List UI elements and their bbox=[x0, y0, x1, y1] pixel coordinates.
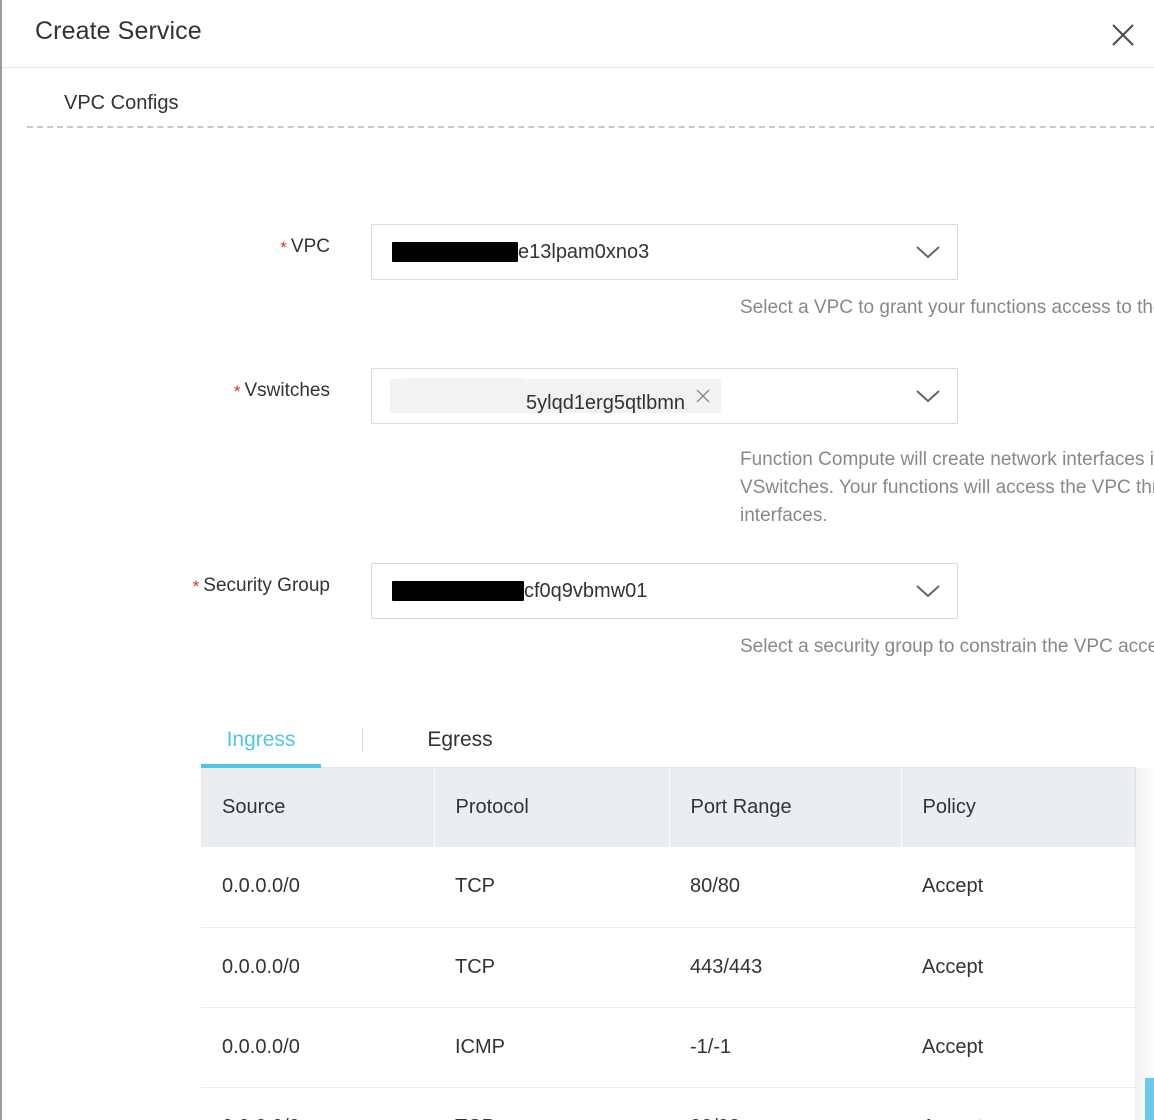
column-header-policy[interactable]: Policy bbox=[901, 768, 1136, 847]
vswitch-chip[interactable]: 5ylqd1erg5qtlbmn bbox=[390, 377, 721, 415]
cell-port-range: 80/80 bbox=[669, 847, 901, 928]
security-group-label-text: Security Group bbox=[203, 575, 330, 596]
vswitch-chip-label: 5ylqd1erg5qtlbmn bbox=[402, 377, 685, 415]
cell-port-range: -1/-1 bbox=[669, 1007, 901, 1088]
cell-protocol: TCP bbox=[434, 1087, 669, 1120]
vswitches-select[interactable]: 5ylqd1erg5qtlbmn bbox=[371, 368, 958, 424]
vpc-control: e13lpam0xno3 Select a VPC to grant your … bbox=[371, 224, 1154, 318]
vpc-select[interactable]: e13lpam0xno3 bbox=[371, 224, 958, 280]
cell-source: 0.0.0.0/0 bbox=[201, 1087, 434, 1120]
security-group-select-value: cf0q9vbmw01 bbox=[388, 564, 901, 618]
vpc-value-text: e13lpam0xno3 bbox=[518, 240, 650, 263]
section-title: VPC Configs bbox=[64, 92, 179, 114]
create-service-dialog: Create Service VPC Configs * VPC e13lpam… bbox=[0, 0, 1154, 1120]
table-row[interactable]: 0.0.0.0/0 TCP 22/22 Accept bbox=[201, 1087, 1136, 1120]
table-body: 0.0.0.0/0 TCP 80/80 Accept 0.0.0.0/0 TCP… bbox=[201, 847, 1136, 1120]
security-group-label: * Security Group bbox=[2, 575, 330, 597]
vswitches-label-text: Vswitches bbox=[244, 380, 330, 401]
cell-source: 0.0.0.0/0 bbox=[201, 927, 434, 1008]
required-asterisk: * bbox=[280, 238, 287, 257]
vertical-scrollbar-thumb[interactable] bbox=[1145, 1078, 1154, 1120]
column-header-protocol[interactable]: Protocol bbox=[434, 768, 670, 847]
required-asterisk: * bbox=[233, 382, 241, 401]
redaction-bar bbox=[404, 377, 526, 412]
vswitch-chip-text: 5ylqd1erg5qtlbmn bbox=[526, 391, 685, 414]
rules-tabs: Ingress Egress bbox=[201, 713, 1136, 768]
cell-policy: Accept bbox=[901, 1087, 1136, 1120]
vpc-helper-text: Select a VPC to grant your functions acc… bbox=[740, 297, 1154, 318]
chip-remove-icon[interactable] bbox=[695, 388, 711, 404]
page-title: Create Service bbox=[35, 17, 202, 45]
cell-policy: Accept bbox=[901, 847, 1136, 928]
table-row[interactable]: 0.0.0.0/0 TCP 80/80 Accept bbox=[201, 847, 1136, 928]
tab-ingress[interactable]: Ingress bbox=[201, 712, 321, 768]
section-divider bbox=[27, 126, 1154, 128]
chevron-down-icon[interactable] bbox=[915, 369, 941, 423]
table-header-row: Source Protocol Port Range Policy bbox=[201, 768, 1136, 847]
vpc-label: * VPC bbox=[2, 236, 330, 258]
security-rules-table: Source Protocol Port Range Policy 0.0.0.… bbox=[201, 768, 1136, 1120]
redaction-bar bbox=[392, 242, 518, 262]
vpc-select-value: e13lpam0xno3 bbox=[388, 225, 901, 279]
close-button[interactable] bbox=[1103, 15, 1143, 55]
cell-source: 0.0.0.0/0 bbox=[201, 847, 434, 928]
table-header: Source Protocol Port Range Policy bbox=[201, 768, 1136, 847]
table-row[interactable]: 0.0.0.0/0 TCP 443/443 Accept bbox=[201, 927, 1136, 1008]
cell-policy: Accept bbox=[901, 1007, 1136, 1088]
vswitches-select-value: 5ylqd1erg5qtlbmn bbox=[388, 369, 901, 423]
chevron-down-icon[interactable] bbox=[915, 225, 941, 279]
tab-egress-label: Egress bbox=[427, 727, 493, 751]
cell-protocol: TCP bbox=[434, 847, 669, 928]
cell-protocol: TCP bbox=[434, 927, 669, 1008]
security-group-control: cf0q9vbmw01 Select a security group to c… bbox=[371, 563, 1154, 657]
column-header-port-range[interactable]: Port Range bbox=[669, 768, 902, 847]
security-group-value-text: cf0q9vbmw01 bbox=[524, 579, 648, 602]
tab-egress[interactable]: Egress bbox=[404, 712, 516, 767]
chevron-down-icon[interactable] bbox=[915, 564, 941, 618]
cell-policy: Accept bbox=[901, 927, 1136, 1008]
cell-port-range: 443/443 bbox=[669, 927, 901, 1008]
cell-source: 0.0.0.0/0 bbox=[201, 1007, 434, 1088]
vpc-configs-section: VPC Configs bbox=[2, 88, 1154, 128]
dialog-header: Create Service bbox=[2, 0, 1154, 68]
tab-ingress-label: Ingress bbox=[226, 727, 296, 751]
vpc-label-text: VPC bbox=[290, 236, 330, 257]
column-header-source[interactable]: Source bbox=[201, 768, 435, 847]
vswitches-label: * Vswitches bbox=[2, 380, 330, 402]
tabs-list: Ingress Egress bbox=[201, 713, 1136, 768]
security-group-helper-text: Select a security group to constrain the… bbox=[740, 636, 1154, 657]
tab-separator bbox=[362, 727, 363, 753]
required-asterisk: * bbox=[192, 577, 200, 596]
dialog-body: VPC Configs * VPC e13lpam0xno3 Select a … bbox=[2, 68, 1154, 1120]
vswitches-helper-text: Function Compute will create network int… bbox=[740, 449, 1154, 526]
cell-port-range: 22/22 bbox=[669, 1087, 901, 1120]
security-group-select[interactable]: cf0q9vbmw01 bbox=[371, 563, 958, 619]
cell-protocol: ICMP bbox=[434, 1007, 669, 1088]
table-row[interactable]: 0.0.0.0/0 ICMP -1/-1 Accept bbox=[201, 1007, 1136, 1088]
table-edge-shadow bbox=[1135, 768, 1154, 1120]
vswitches-control: 5ylqd1erg5qtlbmn Function Compute will c… bbox=[371, 368, 1154, 526]
redaction-bar bbox=[392, 581, 524, 601]
close-icon bbox=[1110, 22, 1136, 48]
